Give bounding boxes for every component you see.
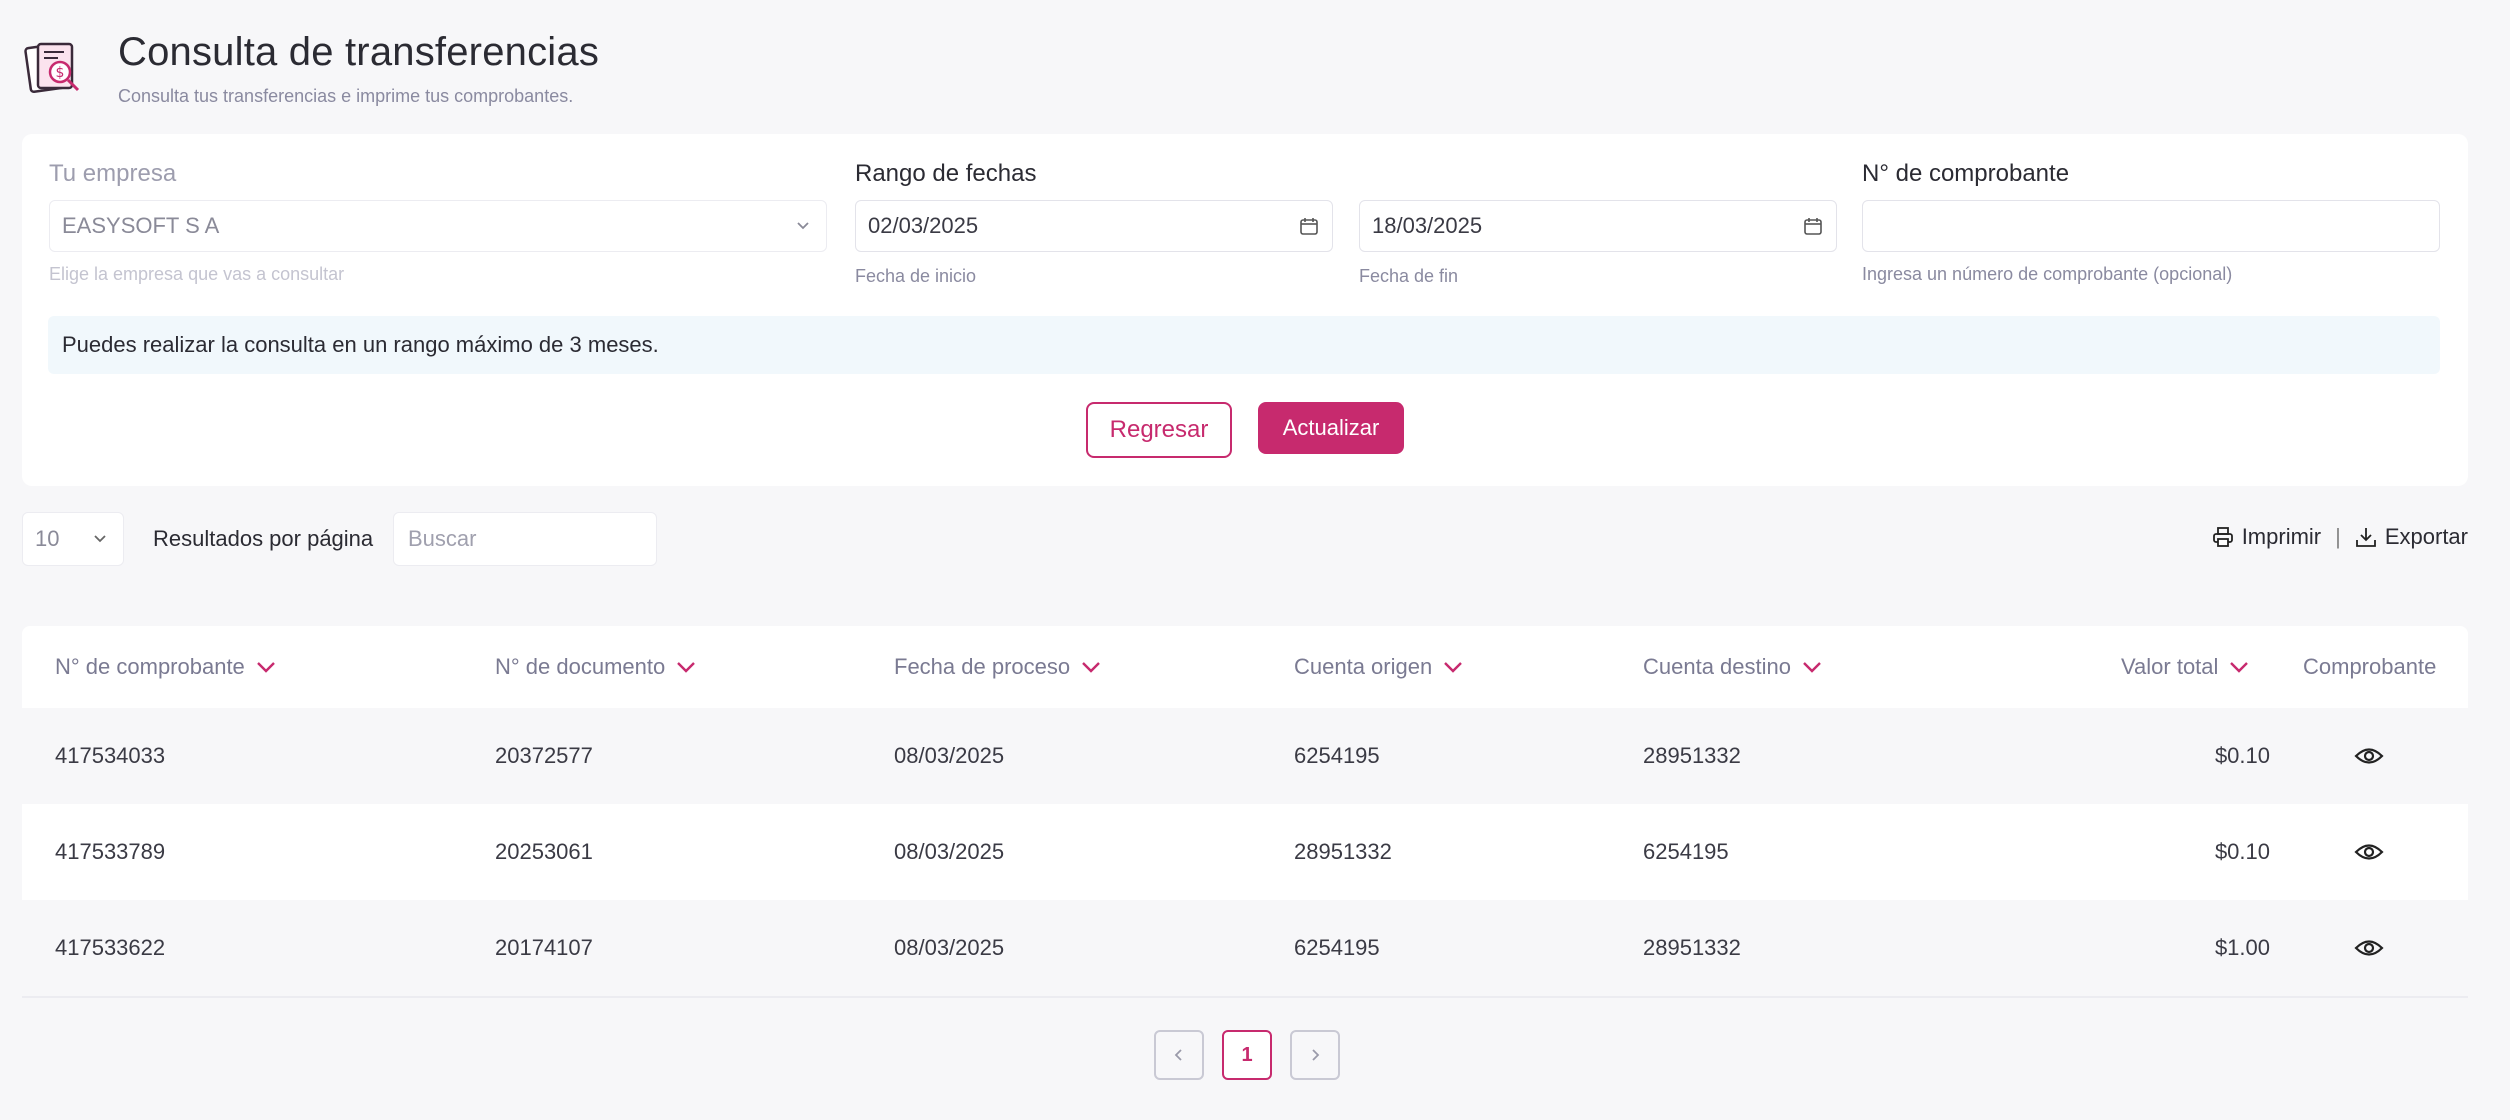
cell-document: 20253061 [495,839,593,864]
start-date-input[interactable]: 02/03/2025 [855,200,1333,252]
calendar-icon[interactable] [1298,215,1320,237]
cell-voucher: 417533789 [55,839,166,864]
filter-card: Tu empresa EASYSOFT S A Elige la empresa… [22,134,2468,486]
sort-chevron-icon [2230,662,2249,673]
cell-source-account: 6254195 [1294,935,1380,960]
company-select[interactable]: EASYSOFT S A [49,200,827,252]
column-document-label: N° de documento [495,654,666,679]
page-header: $ Consulta de transferencias Consulta tu… [24,28,599,107]
cell-process-date: 08/03/2025 [894,935,1005,960]
column-source-account[interactable]: Cuenta origen [1294,654,1464,680]
update-button[interactable]: Actualizar [1258,402,1404,454]
cell-total: $1.00 [2214,935,2270,960]
cell-target-account: 28951332 [1643,935,1741,960]
page-size-value: 10 [35,526,60,551]
cell-total: $0.10 [2214,839,2270,864]
sort-chevron-icon [677,662,696,673]
company-select-value: EASYSOFT S A [62,213,220,238]
column-target-account[interactable]: Cuenta destino [1643,654,1823,680]
cell-total: $0.10 [2214,743,2270,768]
document-money-icon: $ [24,42,80,94]
search-input[interactable] [393,512,657,566]
page-button-current[interactable]: 1 [1222,1030,1272,1080]
sort-chevron-icon [1082,662,1100,673]
cell-document: 20372577 [495,743,593,768]
back-button[interactable]: Regresar [1086,402,1232,458]
table-divider [22,996,2468,998]
print-button[interactable]: Imprimir [2212,524,2321,550]
column-source-account-label: Cuenta origen [1294,654,1433,679]
column-process-date-label: Fecha de proceso [894,654,1071,679]
cell-process-date: 08/03/2025 [894,839,1005,864]
cell-target-account: 6254195 [1643,839,1729,864]
voucher-input[interactable] [1862,200,2440,252]
printer-icon [2212,527,2233,547]
column-document[interactable]: N° de documento [495,654,697,680]
download-icon [2355,528,2376,547]
chevron-right-icon [1312,1049,1320,1061]
voucher-label: N° de comprobante [1862,160,2070,187]
company-hint: Elige la empresa que vas a consultar [49,264,345,284]
prev-page-button[interactable] [1154,1030,1204,1080]
end-date-value: 18/03/2025 [1372,213,1483,238]
company-label: Tu empresa [49,160,177,187]
page-title: Consulta de transferencias [118,30,600,74]
table-row: 417533789 20253061 08/03/2025 28951332 6… [22,804,2468,900]
cell-source-account: 28951332 [1294,839,1392,864]
table-actions: Imprimir | Exportar [2212,524,2468,550]
table-toolbar: 10 Resultados por página Imprimir | Expo… [22,512,2468,566]
end-date-hint: Fecha de fin [1359,266,1459,286]
calendar-icon[interactable] [1802,215,1824,237]
sort-chevron-icon [1444,662,1463,673]
cell-voucher: 417533622 [55,935,166,960]
column-process-date[interactable]: Fecha de proceso [894,654,1102,680]
export-label: Exportar [2384,524,2468,549]
end-date-input[interactable]: 18/03/2025 [1359,200,1837,252]
table-header: N° de comprobante N° de documento Fecha … [22,626,2468,708]
voucher-hint: Ingresa un número de comprobante (opcion… [1862,264,2233,284]
cell-target-account: 28951332 [1643,743,1741,768]
actions-separator: | [2335,524,2341,549]
column-total-label: Valor total [2121,654,2219,679]
column-voucher-label: N° de comprobante [55,654,245,679]
pagination: 1 [1154,1030,1340,1080]
start-date-hint: Fecha de inicio [855,266,977,286]
export-button[interactable]: Exportar [2355,524,2468,550]
date-range-label: Rango de fechas [855,160,1037,187]
table-row: 417534033 20372577 08/03/2025 6254195 28… [22,708,2468,804]
chevron-down-icon [797,222,809,230]
chevron-down-icon [94,535,106,543]
results-per-page-label: Resultados por página [153,526,374,551]
column-voucher[interactable]: N° de comprobante [55,654,277,680]
next-page-button[interactable] [1290,1030,1340,1080]
print-label: Imprimir [2241,524,2322,549]
eye-icon[interactable] [2354,745,2384,767]
column-target-account-label: Cuenta destino [1643,654,1791,679]
chevron-left-icon [1174,1049,1182,1061]
eye-icon[interactable] [2354,841,2384,863]
column-total[interactable]: Valor total [2121,654,2250,680]
column-receipt-label: Comprobante [2303,654,2437,679]
cell-process-date: 08/03/2025 [894,743,1005,768]
eye-icon[interactable] [2354,937,2384,959]
page-subtitle: Consulta tus transferencias e imprime tu… [118,86,574,106]
cell-voucher: 417534033 [55,743,166,768]
start-date-value: 02/03/2025 [868,213,979,238]
cell-source-account: 6254195 [1294,743,1380,768]
page-size-select[interactable]: 10 [22,512,124,566]
table-row: 417533622 20174107 08/03/2025 6254195 28… [22,900,2468,996]
cell-document: 20174107 [495,935,593,960]
sort-chevron-icon [256,662,275,673]
info-message: Puedes realizar la consulta en un rango … [48,316,2440,374]
sort-chevron-icon [1803,662,1821,673]
transfers-table: N° de comprobante N° de documento Fecha … [22,626,2468,998]
column-receipt: Comprobante [2303,654,2436,680]
svg-text:$: $ [56,65,65,81]
